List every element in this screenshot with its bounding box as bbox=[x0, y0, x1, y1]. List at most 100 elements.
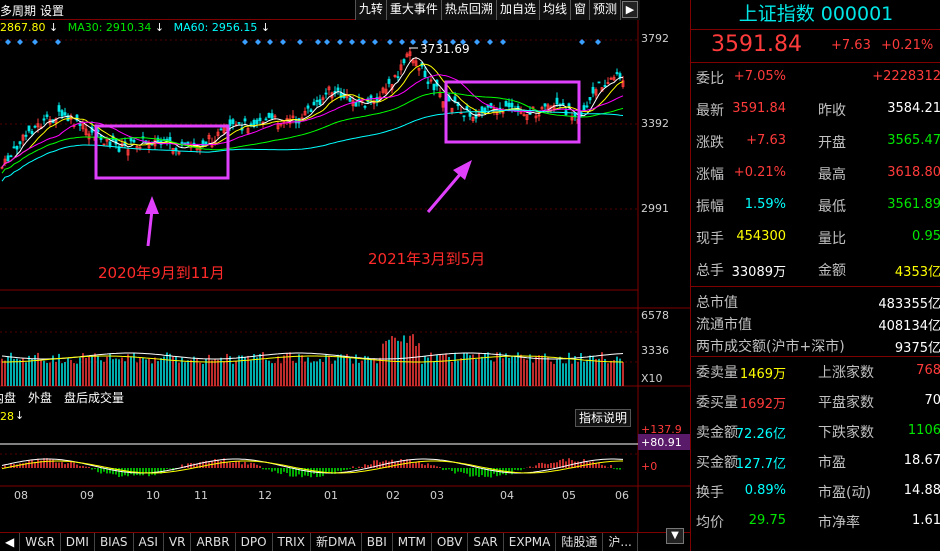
candle-body bbox=[270, 113, 274, 119]
quote-value: 0.89% bbox=[744, 483, 786, 498]
candle-body bbox=[24, 134, 28, 137]
signal-diamond bbox=[337, 39, 343, 45]
quote-label: 涨幅 bbox=[696, 167, 724, 183]
candle-body bbox=[6, 155, 10, 162]
volume-tab[interactable]: 外盘 bbox=[28, 389, 52, 406]
indicator-tab[interactable]: W&R bbox=[20, 533, 61, 551]
price-axis-label: 3792 bbox=[641, 32, 669, 45]
arrow-icon bbox=[426, 160, 472, 213]
quote-row: 振幅 1.59% 最低 3561.89 bbox=[691, 192, 940, 218]
quote-label: 总手 bbox=[696, 263, 724, 279]
indicator-tab[interactable]: BBI bbox=[362, 533, 393, 551]
quote-value: 454300 bbox=[736, 229, 786, 244]
indicator-tab[interactable]: SAR bbox=[468, 533, 504, 551]
candle-body bbox=[588, 97, 592, 101]
quote-row: 委买量 1692万 平盘家数 70 bbox=[691, 388, 940, 414]
indicator-tab[interactable]: BIAS bbox=[95, 533, 134, 551]
quote-label: 上涨家数 bbox=[818, 365, 874, 381]
quote-value: 3565.47 bbox=[887, 133, 940, 148]
indicator-tab[interactable]: EXPMA bbox=[504, 533, 557, 551]
month-label: 05 bbox=[562, 489, 576, 502]
collapse-right-icon[interactable]: ▶ bbox=[622, 1, 638, 18]
indicator-tab[interactable]: OBV bbox=[432, 533, 469, 551]
candle-body bbox=[258, 117, 262, 122]
indicator-tab[interactable]: ASI bbox=[134, 533, 164, 551]
quote-label: 现手 bbox=[696, 231, 724, 247]
candle-body bbox=[315, 100, 319, 102]
volume-axis-label: 6578 bbox=[641, 309, 669, 322]
candle-body bbox=[60, 110, 64, 117]
tab-scroll-left[interactable]: ◀ bbox=[0, 533, 21, 551]
quote-row: 均价 29.75 市净率 1.61 bbox=[691, 508, 940, 534]
indicator-tab[interactable]: DMI bbox=[61, 533, 95, 551]
quote-row: 现手 454300 量比 0.95 bbox=[691, 224, 940, 250]
candle-body bbox=[108, 141, 112, 147]
macd-axis-label: +137.9 bbox=[641, 423, 682, 436]
scroll-down-icon[interactable]: ▼ bbox=[666, 528, 684, 544]
month-label: 10 bbox=[146, 489, 160, 502]
indicator-help-button[interactable]: 指标说明 bbox=[575, 409, 632, 427]
candle-body bbox=[462, 115, 466, 118]
toolbar-button[interactable]: 热点回溯 bbox=[440, 0, 496, 20]
macd-axis-label: +80.91 bbox=[641, 436, 682, 449]
indicator-tab[interactable]: TRIX bbox=[273, 533, 311, 551]
signal-diamond bbox=[324, 39, 330, 45]
quote-label: 量比 bbox=[818, 231, 846, 247]
down-arrow-icon: ↓ bbox=[15, 409, 25, 422]
macd-series bbox=[1, 458, 624, 478]
quote-label: 最低 bbox=[818, 199, 846, 215]
settings-button[interactable]: 设置 bbox=[40, 2, 64, 19]
indicator-tab[interactable]: ARBR bbox=[191, 533, 236, 551]
annotation-2021: 2021年3月到5月 bbox=[368, 250, 486, 268]
index-title: 上证指数 000001 bbox=[738, 3, 894, 25]
quote-label: 市盈(动) bbox=[818, 485, 871, 501]
arrow-icon bbox=[145, 196, 159, 247]
index-price: 3591.84 bbox=[711, 32, 802, 57]
index-change: +7.63 bbox=[831, 38, 871, 53]
quote-value: 3584.21 bbox=[887, 101, 940, 116]
indicator-tab[interactable]: 新DMA bbox=[311, 533, 362, 551]
volume-tab[interactable]: 盘后成交量 bbox=[64, 389, 124, 406]
candle-body bbox=[336, 87, 340, 91]
volume-bars bbox=[1, 334, 624, 386]
indicator-tab[interactable]: 沪... bbox=[603, 533, 638, 551]
quote-label: 开盘 bbox=[818, 135, 846, 151]
indicator-tab[interactable]: DPO bbox=[236, 533, 273, 551]
indicator-tab[interactable]: MTM bbox=[393, 533, 432, 551]
toolbar-button[interactable]: 均线 bbox=[538, 0, 570, 20]
signal-diamond bbox=[387, 39, 393, 45]
indicator-tab[interactable]: 陆股通 bbox=[556, 533, 604, 551]
toolbar-button[interactable]: 加自选 bbox=[495, 0, 539, 20]
candle-body bbox=[312, 101, 316, 106]
toolbar-button[interactable]: 预测 bbox=[588, 0, 620, 20]
quote-label: 委卖量 bbox=[696, 365, 738, 381]
candle-body bbox=[231, 119, 235, 125]
month-label: 02 bbox=[386, 489, 400, 502]
month-label: 01 bbox=[324, 489, 338, 502]
candle-body bbox=[30, 131, 34, 134]
quote-label: 昨收 bbox=[818, 103, 846, 119]
candle-body bbox=[243, 118, 247, 122]
signal-diamond bbox=[297, 39, 303, 45]
toolbar-button[interactable]: 九转 bbox=[354, 0, 386, 20]
candle-body bbox=[174, 148, 178, 151]
indicator-tab[interactable]: VR bbox=[164, 533, 192, 551]
quote-row: 换手 0.89% 市盈(动) 14.88 bbox=[691, 478, 940, 504]
candle-body bbox=[396, 76, 400, 79]
toolbar-button[interactable]: 重大事件 bbox=[385, 0, 441, 20]
candle-body bbox=[45, 114, 49, 117]
price-axis-label: 2991 bbox=[641, 202, 669, 215]
time-axis: 08 09 10 11 12 01 02 03 04 05 06 bbox=[0, 489, 640, 503]
quote-value: 72.26亿 bbox=[735, 427, 786, 442]
signal-diamond bbox=[399, 39, 405, 45]
month-label: 06 bbox=[615, 489, 629, 502]
candlestick-series bbox=[0, 48, 625, 170]
quote-value: +7.63 bbox=[746, 133, 786, 148]
quote-value: 4353亿 bbox=[894, 265, 940, 280]
volume-tab[interactable]: 内盘 bbox=[0, 389, 16, 406]
quote-label: 金额 bbox=[818, 263, 846, 279]
toolbar-button[interactable]: 窗 bbox=[569, 0, 589, 20]
quote-row: 卖金额 72.26亿 下跌家数 1106 bbox=[691, 418, 940, 444]
period-button[interactable]: 多周期 bbox=[0, 2, 36, 19]
quote-label: 下跌家数 bbox=[818, 425, 874, 441]
